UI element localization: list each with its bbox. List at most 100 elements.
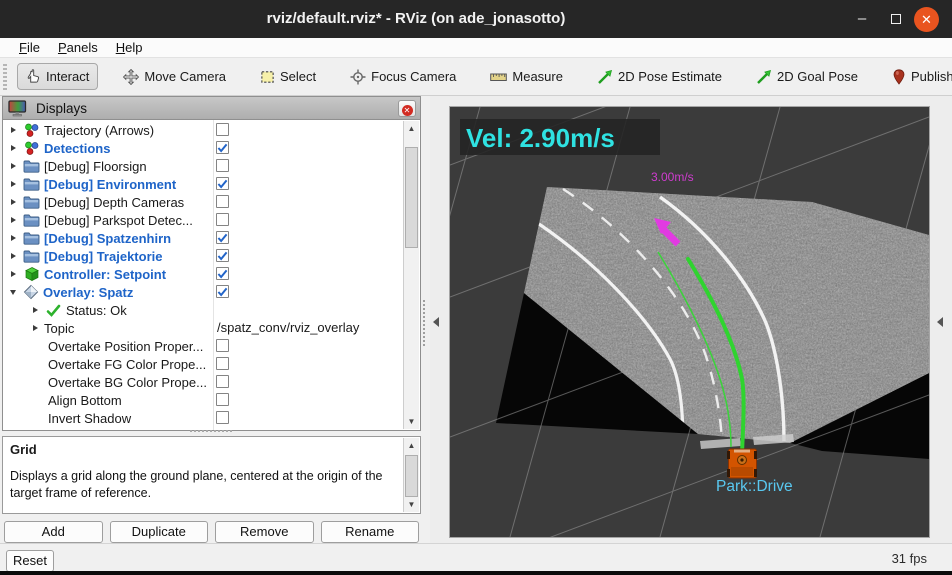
enable-checkbox[interactable] xyxy=(216,285,229,298)
tree-row[interactable]: Invert Shadow xyxy=(3,409,402,427)
chevron-right-icon[interactable] xyxy=(33,307,38,313)
tool-button-pose-estimate[interactable]: 2D Pose Estimate xyxy=(588,63,731,91)
displays-panel-close-button[interactable]: ✕ xyxy=(398,100,416,117)
enable-checkbox[interactable] xyxy=(216,123,229,136)
enable-checkbox[interactable] xyxy=(216,375,229,388)
tree-item-label: Topic xyxy=(44,320,75,336)
tree-row[interactable]: Overlay: Spatz xyxy=(3,283,402,301)
description-scrollbar[interactable]: ▲ ▼ xyxy=(403,438,419,512)
tree-scrollbar-thumb[interactable] xyxy=(405,147,418,248)
enable-checkbox[interactable] xyxy=(216,177,229,190)
markers-icon xyxy=(22,141,41,156)
dock-splitter-handle[interactable] xyxy=(423,300,426,346)
enable-checkbox[interactable] xyxy=(216,249,229,262)
tool-button-focus-camera[interactable]: Focus Camera xyxy=(341,63,465,91)
menu-bar: File Panels Help xyxy=(0,38,952,58)
menu-item-help[interactable]: Help xyxy=(107,38,152,58)
description-box: Grid Displays a grid along the ground pl… xyxy=(2,436,421,514)
chevron-right-icon[interactable] xyxy=(11,127,16,133)
collapse-right-arrow-icon[interactable] xyxy=(937,317,943,327)
chevron-right-icon[interactable] xyxy=(11,271,16,277)
remove-button[interactable]: Remove xyxy=(215,521,314,543)
tool-button-move-camera[interactable]: Move Camera xyxy=(114,63,235,91)
property-value[interactable]: /spatz_conv/rviz_overlay xyxy=(217,319,359,337)
tool-button-goal-pose[interactable]: 2D Goal Pose xyxy=(747,63,867,91)
tree-item-label: Overtake Position Proper... xyxy=(48,338,204,354)
panel-splitter-handle[interactable] xyxy=(190,430,232,434)
rviz-window: rviz/default.rviz* - RViz (on ade_jonaso… xyxy=(0,0,952,575)
enable-checkbox[interactable] xyxy=(216,393,229,406)
scroll-up-icon[interactable]: ▲ xyxy=(404,438,419,453)
tree-row[interactable]: Overtake Position Proper... xyxy=(3,337,402,355)
chevron-right-icon[interactable] xyxy=(11,181,16,187)
tree-row[interactable]: [Debug] Environment xyxy=(3,175,402,193)
maximize-icon xyxy=(891,14,901,24)
chevron-right-icon[interactable] xyxy=(11,145,16,151)
enable-checkbox[interactable] xyxy=(216,267,229,280)
tree-row[interactable]: [Debug] Floorsign xyxy=(3,157,402,175)
tree-row[interactable]: Overtake FG Color Prope... xyxy=(3,355,402,373)
tree-row[interactable]: Align Bottom xyxy=(3,391,402,409)
tree-scrollbar[interactable]: ▲ ▼ xyxy=(403,121,419,429)
scroll-down-icon[interactable]: ▼ xyxy=(404,497,419,512)
chevron-right-icon[interactable] xyxy=(11,235,16,241)
enable-checkbox[interactable] xyxy=(216,411,229,424)
enable-checkbox[interactable] xyxy=(216,159,229,172)
add-button[interactable]: Add xyxy=(4,521,103,543)
chevron-down-icon[interactable] xyxy=(10,289,16,295)
tree-row[interactable]: [Debug] Depth Cameras xyxy=(3,193,402,211)
enable-checkbox[interactable] xyxy=(216,339,229,352)
window-bottom-edge xyxy=(0,571,952,575)
rename-button[interactable]: Rename xyxy=(320,521,419,543)
toolbar-grip[interactable] xyxy=(3,63,7,90)
enable-checkbox[interactable] xyxy=(216,141,229,154)
chevron-right-icon[interactable] xyxy=(33,325,38,331)
tree-row[interactable]: Status: Ok xyxy=(3,301,402,319)
collapse-left-arrow-icon[interactable] xyxy=(433,317,439,327)
velocity-overlay-text: Vel: 2.90m/s xyxy=(466,123,615,153)
tool-button-label: Interact xyxy=(46,69,90,84)
enable-checkbox[interactable] xyxy=(216,357,229,370)
tree-item-label: [Debug] Environment xyxy=(44,176,177,192)
close-button[interactable]: ✕ xyxy=(914,7,939,32)
displays-panel-title: Displays xyxy=(36,100,88,116)
menu-item-file[interactable]: File xyxy=(10,38,49,58)
chevron-right-icon[interactable] xyxy=(11,163,16,169)
scroll-up-icon[interactable]: ▲ xyxy=(404,121,419,136)
description-scrollbar-thumb[interactable] xyxy=(405,455,418,497)
focus-icon xyxy=(350,69,366,85)
measure-icon xyxy=(490,70,508,84)
minimize-button[interactable]: – xyxy=(850,8,874,32)
tree-row[interactable]: [Debug] Parkspot Detec... xyxy=(3,211,402,229)
tree-row[interactable]: [Debug] Trajektorie xyxy=(3,247,402,265)
tree-row[interactable]: Detections xyxy=(3,139,402,157)
tree-row[interactable]: Overtake BG Color Prope... xyxy=(3,373,402,391)
tree-row[interactable]: Trajectory (Arrows) xyxy=(3,121,402,139)
folder-icon xyxy=(22,249,41,264)
vehicle-model xyxy=(727,448,757,479)
tree-item-label: Trajectory (Arrows) xyxy=(44,122,155,138)
enable-checkbox[interactable] xyxy=(216,231,229,244)
maximize-button[interactable] xyxy=(884,8,908,32)
tool-button-interact[interactable]: Interact xyxy=(17,63,99,90)
tree-row[interactable]: Topic/spatz_conv/rviz_overlay xyxy=(3,319,402,337)
tree-item-label: [Debug] Depth Cameras xyxy=(44,194,185,210)
tree-row[interactable]: Controller: Setpoint xyxy=(3,265,402,283)
enable-checkbox[interactable] xyxy=(216,213,229,226)
chevron-right-icon[interactable] xyxy=(11,199,16,205)
3d-scene[interactable]: 3.00m/s Park::Drive Vel: 2.90m/s xyxy=(359,0,941,575)
enable-checkbox[interactable] xyxy=(216,195,229,208)
tool-button-select[interactable]: Select xyxy=(251,63,325,90)
displays-panel-header[interactable]: Displays ✕ xyxy=(2,96,421,120)
render-viewport[interactable]: 3.00m/s Park::Drive Vel: 2.90m/s xyxy=(359,0,941,575)
duplicate-button[interactable]: Duplicate xyxy=(109,521,208,543)
reset-button[interactable]: Reset xyxy=(6,550,54,572)
chevron-right-icon[interactable] xyxy=(11,217,16,223)
menu-item-panels[interactable]: Panels xyxy=(49,38,107,58)
tool-button-label: Measure xyxy=(512,69,563,84)
chevron-right-icon[interactable] xyxy=(11,253,16,259)
tool-button-measure[interactable]: Measure xyxy=(481,63,572,90)
scroll-down-icon[interactable]: ▼ xyxy=(404,414,419,429)
tool-button-publish-point[interactable]: Publish Point xyxy=(883,63,952,91)
tree-row[interactable]: [Debug] Spatzenhirn xyxy=(3,229,402,247)
